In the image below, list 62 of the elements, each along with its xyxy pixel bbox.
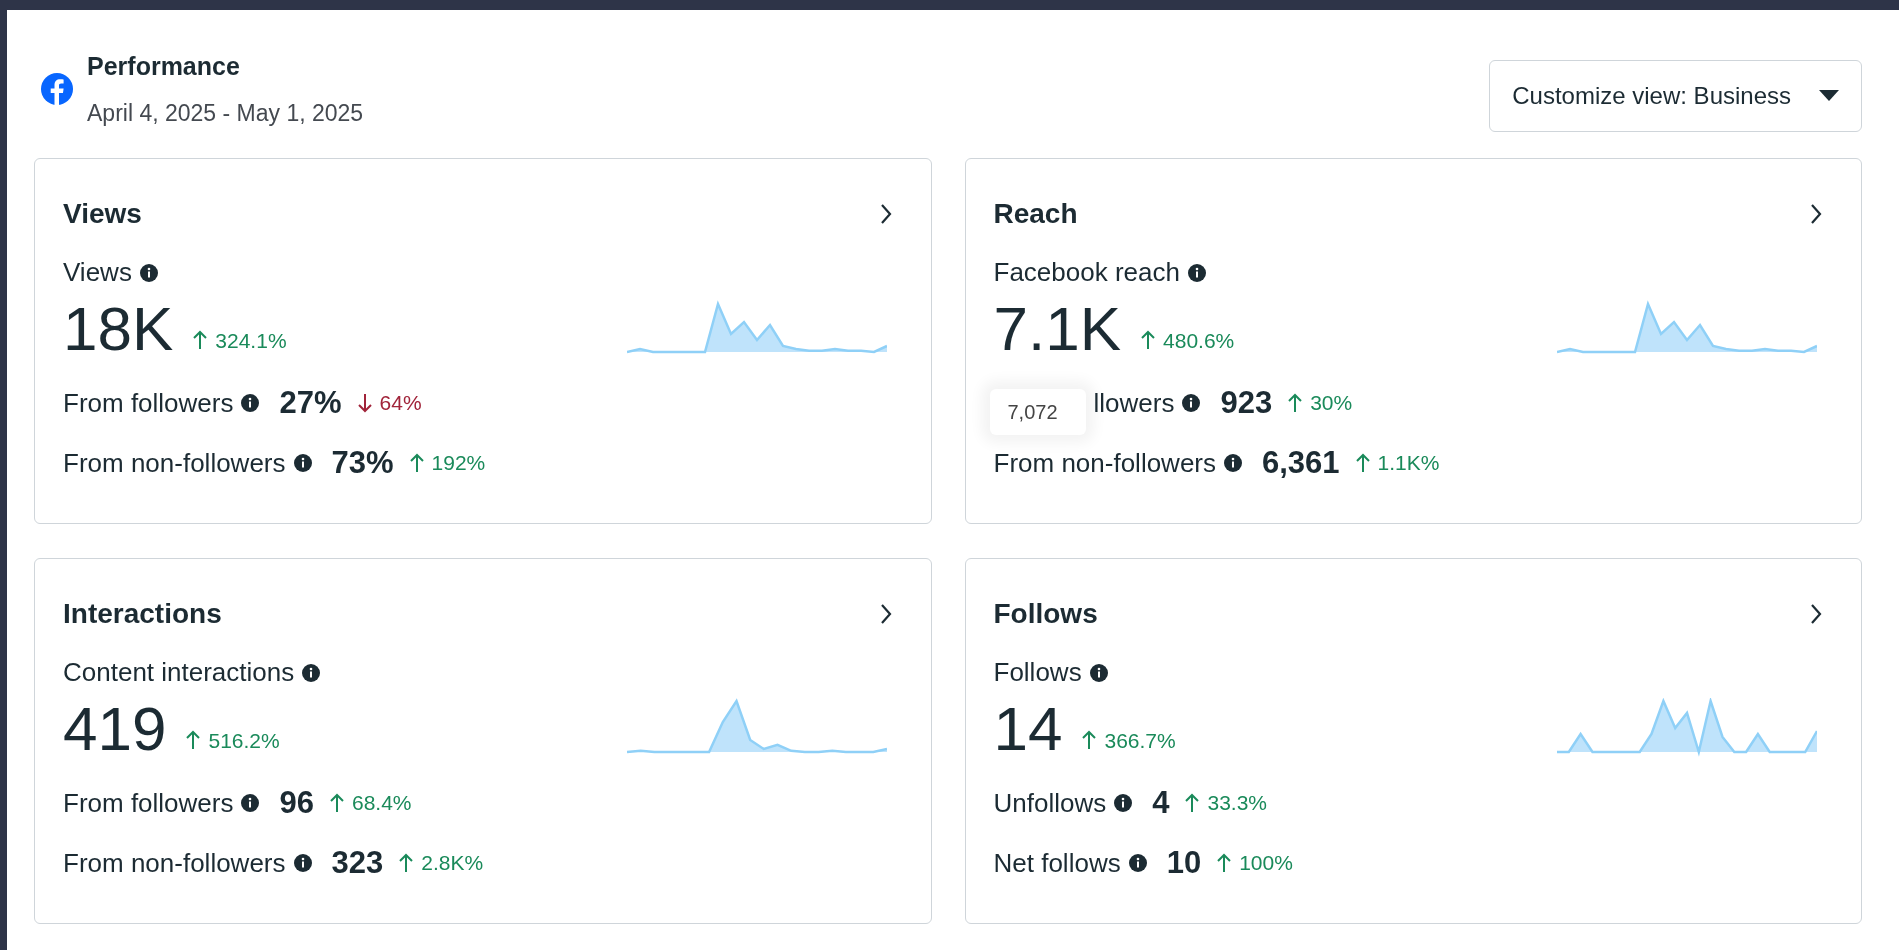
metric-label: Views — [63, 256, 132, 289]
page-title: Performance — [87, 51, 241, 82]
caret-down-icon — [1819, 90, 1839, 102]
breakdown-label: From non-followers — [993, 446, 1216, 480]
chevron-right-icon[interactable] — [878, 602, 893, 626]
breakdown-value: 10 — [1166, 843, 1202, 882]
change-percent: 100% — [1239, 850, 1293, 877]
breakdown-value: 4 — [1152, 783, 1170, 822]
card-title: Views — [63, 197, 142, 231]
change-percent: 192% — [431, 450, 486, 477]
breakdown-label: From non-followers — [63, 846, 286, 880]
change-percent: 33.3% — [1207, 790, 1267, 817]
metric-value: 419 — [63, 693, 167, 765]
chevron-right-icon[interactable] — [1809, 202, 1823, 226]
change-percent: 1.1K% — [1377, 450, 1440, 477]
info-icon[interactable] — [293, 454, 312, 472]
info-icon[interactable] — [1089, 663, 1108, 682]
breakdown-value: 323 — [331, 843, 384, 882]
change-percent: 30% — [1310, 390, 1353, 417]
breakdown-value: 6,361 — [1262, 443, 1340, 482]
breakdown-value: 27% — [279, 383, 342, 422]
date-range: April 4, 2025 - May 1, 2025 — [87, 98, 364, 128]
metric-value: 14 — [993, 693, 1063, 765]
metric-label: Content interactions — [63, 656, 295, 689]
breakdown-label: From non-followers — [63, 446, 286, 480]
value-tooltip: 7,072 — [989, 389, 1086, 435]
breakdown-label: Net follows — [993, 846, 1121, 880]
metric-value: 18K — [63, 293, 174, 365]
metric-label: Facebook reach — [993, 256, 1180, 289]
chevron-right-icon[interactable] — [878, 202, 893, 226]
breakdown-label: Unfollows — [993, 786, 1107, 820]
info-icon[interactable] — [293, 854, 312, 872]
breakdown-value: 96 — [279, 783, 314, 822]
change-percent: 516.2% — [208, 727, 280, 754]
info-icon[interactable] — [1224, 454, 1242, 472]
change-percent: 480.6% — [1163, 327, 1235, 354]
info-icon[interactable] — [139, 263, 158, 282]
info-icon[interactable] — [1114, 794, 1133, 812]
breakdown-label: From followers — [63, 386, 234, 420]
change-percent: 68.4% — [351, 790, 412, 817]
customize-view-dropdown[interactable]: Customize view: Business — [1489, 60, 1862, 132]
breakdown-label: llowers — [1093, 386, 1175, 420]
info-icon[interactable] — [241, 394, 260, 412]
card-title: Interactions — [63, 597, 222, 631]
chevron-right-icon[interactable] — [1809, 602, 1823, 626]
card-title: Follows — [993, 597, 1098, 631]
change-percent: 2.8K% — [421, 850, 484, 877]
breakdown-value: 73% — [331, 443, 394, 482]
change-percent: 64% — [379, 390, 422, 417]
change-percent: 366.7% — [1104, 727, 1176, 754]
info-icon[interactable] — [1187, 263, 1206, 282]
info-icon[interactable] — [302, 663, 321, 682]
info-icon[interactable] — [1128, 854, 1147, 872]
breakdown-label: From followers — [63, 786, 234, 820]
metric-label: Follows — [993, 656, 1082, 689]
change-percent: 324.1% — [215, 327, 287, 354]
metric-value: 7.1K — [993, 293, 1122, 365]
facebook-logo-icon — [41, 73, 73, 105]
info-icon[interactable] — [241, 794, 260, 812]
breakdown-value: 923 — [1220, 383, 1273, 422]
info-icon[interactable] — [1182, 394, 1201, 412]
card-title: Reach — [993, 197, 1078, 231]
